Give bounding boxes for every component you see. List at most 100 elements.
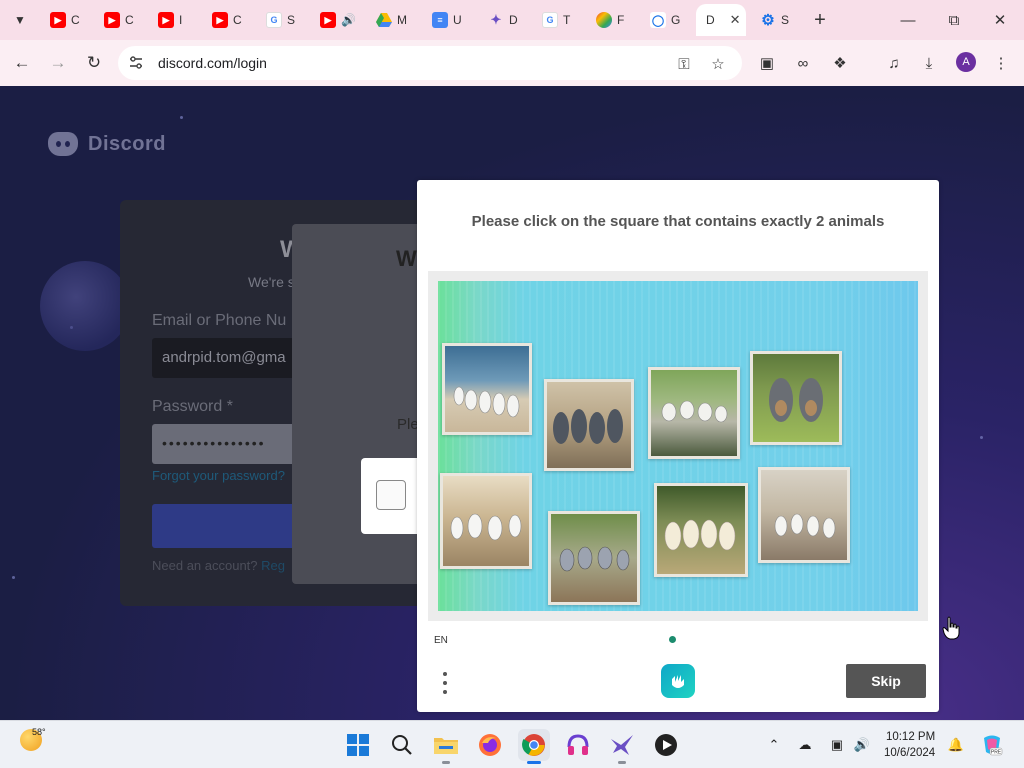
browser-tab-active[interactable]: D ✕ — [696, 4, 746, 36]
browser-tab[interactable]: ✦ D — [482, 6, 524, 34]
media-queue-icon[interactable]: ♫ — [883, 52, 905, 74]
firefox-icon[interactable] — [474, 729, 506, 761]
password-key-icon[interactable]: ⚿ — [674, 54, 694, 74]
reload-icon[interactable]: ↻ — [80, 49, 108, 77]
photo-tile-seagulls[interactable] — [442, 343, 532, 435]
challenge-image[interactable] — [438, 281, 918, 611]
tab-title: D — [706, 13, 715, 27]
google-docs-icon: ≡ — [432, 12, 448, 28]
background-star — [980, 436, 983, 439]
grey-dogs-illustration — [553, 409, 623, 444]
restore-icon[interactable]: ⧉ — [934, 6, 974, 34]
email-label: Email or Phone Nu — [152, 312, 287, 329]
browser-tab[interactable]: ▶ C — [98, 6, 140, 34]
weather-widget[interactable]: 58° — [20, 727, 46, 751]
notification-bell-icon[interactable]: 🔔 — [946, 735, 966, 755]
app-active-indicator — [527, 761, 541, 764]
media-player-icon[interactable] — [650, 729, 682, 761]
bird-app-icon[interactable] — [606, 729, 638, 764]
weather-temperature: 58° — [32, 727, 46, 737]
minimize-icon[interactable]: — — [888, 6, 928, 34]
headphones-app-icon[interactable] — [562, 729, 594, 761]
tab-title: C — [233, 13, 242, 27]
discord-logo: Discord — [48, 132, 166, 156]
photo-tile-white-dogs[interactable] — [654, 483, 748, 577]
browser-tab[interactable]: ▶ I — [152, 6, 188, 34]
system-clock[interactable]: 10:12 PM 10/6/2024 — [884, 729, 935, 761]
extension-loop-icon[interactable]: ∞ — [792, 52, 814, 74]
browser-tab[interactable]: ⚙ S — [754, 6, 795, 34]
google-icon: G — [266, 12, 282, 28]
seagulls-illustration — [453, 386, 520, 418]
discord-wordmark: Discord — [88, 132, 166, 155]
extensions-puzzle-icon[interactable]: ❖ — [829, 52, 851, 74]
browser-toolbar: ← → ↻ discord.com/login ⚿ ☆ ▣ ∞ ❖ ♫ ⤓ A … — [0, 40, 1024, 86]
back-arrow-icon[interactable]: ← — [8, 49, 36, 77]
youtube-icon: ▶ — [320, 12, 336, 28]
bookmark-star-icon[interactable]: ☆ — [708, 54, 728, 74]
browser-tab[interactable]: ▶ 🔊 — [314, 6, 362, 34]
device-display-icon[interactable]: ▣ — [827, 735, 847, 755]
site-info-icon[interactable] — [128, 55, 144, 71]
tab-search-chevron-icon[interactable]: ▼ — [8, 8, 32, 32]
photo-tile-seagulls-livingroom[interactable] — [758, 467, 850, 563]
tab-title: S — [781, 13, 790, 27]
seagulls-illustration — [661, 400, 728, 423]
volume-icon[interactable]: 🔊 — [852, 735, 872, 755]
photo-tile-grey-dogs[interactable] — [544, 379, 634, 471]
bird-app-icon: ✦ — [490, 12, 502, 27]
captcha-modal-title: W — [396, 246, 417, 271]
challenge-progress-dot — [669, 636, 676, 643]
challenge-menu-icon[interactable] — [435, 668, 455, 698]
photo-tile-seagulls-room[interactable] — [440, 473, 532, 569]
skip-button[interactable]: Skip — [846, 664, 926, 698]
browser-tab[interactable]: ≡ U — [426, 6, 468, 34]
chrome-icon[interactable] — [518, 729, 550, 764]
language-selector[interactable]: EN — [434, 635, 448, 646]
photo-tile-two-dogs[interactable] — [750, 351, 842, 445]
browser-tab[interactable]: G S — [260, 6, 301, 34]
search-icon[interactable] — [386, 729, 418, 761]
download-icon[interactable]: ⤓ — [918, 52, 940, 74]
youtube-icon: ▶ — [104, 12, 120, 28]
copilot-icon[interactable]: PRE — [980, 735, 1004, 756]
new-tab-button[interactable]: + — [808, 8, 832, 32]
close-tab-icon[interactable]: ✕ — [730, 12, 741, 28]
forward-arrow-icon[interactable]: → — [44, 49, 72, 77]
cloud-offline-icon[interactable]: ☁ — [795, 735, 815, 755]
svg-text:PRE: PRE — [991, 750, 1002, 756]
register-link[interactable]: Reg — [261, 558, 285, 573]
tab-title: U — [453, 13, 462, 27]
key-icon: ◯ — [650, 12, 666, 28]
hcaptcha-challenge: Please click on the square that contains… — [417, 180, 939, 712]
white-dogs-illustration — [664, 519, 736, 551]
hand-cursor-icon — [942, 616, 960, 645]
discord-icon — [48, 132, 78, 156]
cast-icon[interactable]: ▣ — [756, 52, 778, 74]
close-window-icon[interactable]: ✕ — [980, 6, 1020, 34]
hcaptcha-checkbox[interactable] — [376, 480, 406, 510]
profile-avatar[interactable]: A — [956, 52, 976, 72]
pigeons-illustration — [559, 546, 630, 572]
photo-tile-seagulls-rocks[interactable] — [648, 367, 740, 459]
tab-title: S — [287, 13, 296, 27]
file-explorer-icon[interactable] — [430, 729, 462, 764]
kebab-menu-icon[interactable]: ⋮ — [990, 52, 1012, 74]
tab-title: T — [563, 13, 571, 27]
browser-tab[interactable]: M — [370, 6, 413, 34]
photo-tile-pigeons[interactable] — [548, 511, 640, 605]
browser-tab[interactable]: F — [590, 6, 630, 34]
google-icon: G — [542, 12, 558, 28]
browser-tab[interactable]: G T — [536, 6, 576, 34]
show-hidden-icons-chevron-icon[interactable]: ⌃ — [764, 735, 784, 755]
address-bar[interactable]: discord.com/login ⚿ ☆ — [118, 46, 742, 80]
background-star — [12, 576, 15, 579]
forgot-password-link[interactable]: Forgot your password? — [152, 468, 285, 483]
browser-tab[interactable]: ◯ G — [644, 6, 686, 34]
browser-tab[interactable]: ▶ C — [206, 6, 248, 34]
browser-tab[interactable]: ▶ C — [44, 6, 86, 34]
speaker-icon[interactable]: 🔊 — [341, 13, 356, 27]
start-windows-icon[interactable] — [342, 729, 374, 761]
windows-taskbar: 58° ⌃ ☁ ▣ 🔊 10:12 PM 10/6/2024 🔔 PRE — [0, 720, 1024, 768]
google-drive-icon — [376, 12, 392, 28]
